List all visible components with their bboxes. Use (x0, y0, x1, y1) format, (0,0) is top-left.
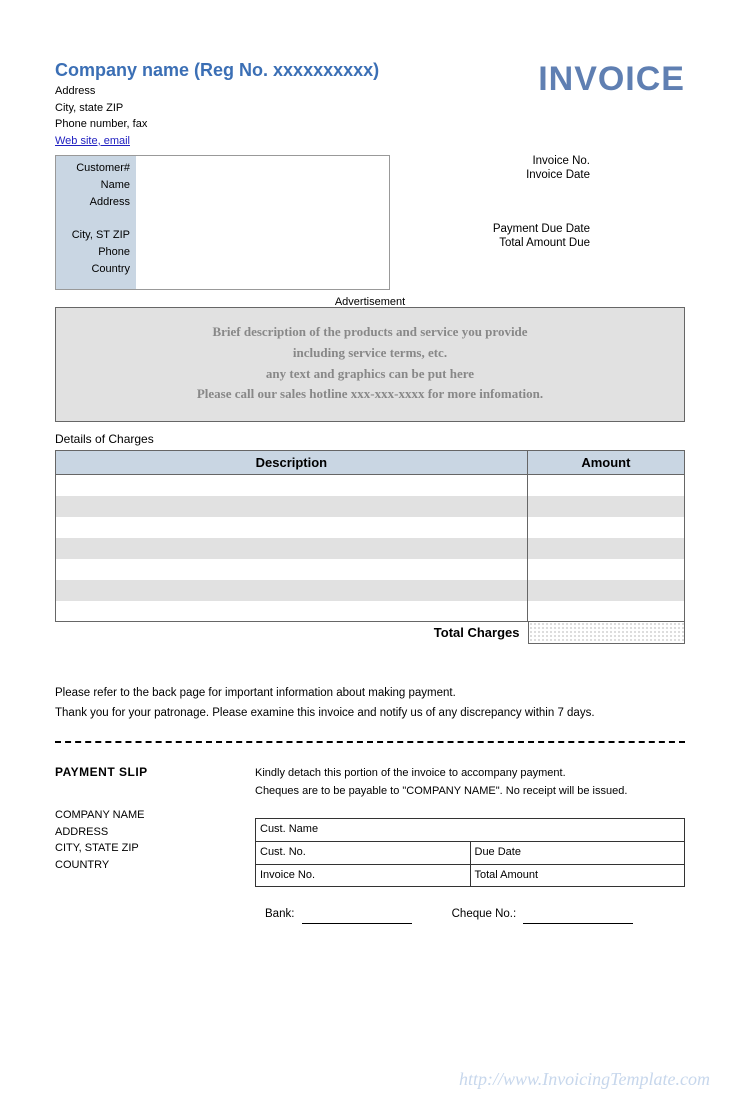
table-row[interactable] (56, 517, 685, 538)
table-row[interactable] (56, 538, 685, 559)
detach-line (55, 741, 685, 743)
label-customer-address: Address (62, 194, 130, 211)
charges-table: Description Amount (55, 450, 685, 622)
note-line-1: Please refer to the back page for import… (55, 684, 685, 704)
company-city-state-zip: City, state ZIP (55, 100, 379, 117)
bank-field[interactable] (302, 912, 412, 924)
ad-line-3: any text and graphics can be put here (66, 364, 674, 385)
company-phone-fax: Phone number, fax (55, 116, 379, 133)
slip-total-amount-label: Total Amount (470, 864, 685, 887)
label-total-amount-due: Total Amount Due (460, 237, 590, 249)
label-customer-phone: Phone (62, 244, 130, 261)
label-invoice-no: Invoice No. (460, 155, 590, 167)
company-name: Company name (Reg No. xxxxxxxxxx) (55, 60, 379, 81)
total-charges-label: Total Charges (55, 622, 528, 644)
col-description: Description (56, 451, 528, 475)
table-row[interactable] (56, 559, 685, 580)
table-row[interactable] (56, 475, 685, 496)
company-web-email-link[interactable]: Web site, email (55, 135, 130, 147)
col-amount: Amount (527, 451, 684, 475)
slip-country: COUNTRY (55, 857, 255, 874)
company-address: Address (55, 83, 379, 100)
invoice-title: INVOICE (538, 60, 685, 99)
slip-instruction-2: Cheques are to be payable to "COMPANY NA… (255, 783, 685, 801)
cheque-no-field[interactable] (523, 912, 633, 924)
label-customer-no: Customer# (62, 160, 130, 177)
slip-instruction-1: Kindly detach this portion of the invoic… (255, 765, 685, 783)
slip-company-name: COMPANY NAME (55, 807, 255, 824)
watermark: http://www.InvoicingTemplate.com (459, 1069, 710, 1090)
label-customer-city-st-zip: City, ST ZIP (62, 227, 130, 244)
payment-slip-title: PAYMENT SLIP (55, 765, 255, 779)
details-of-charges-label: Details of Charges (55, 432, 685, 446)
ad-line-1: Brief description of the products and se… (66, 322, 674, 343)
slip-cust-no-label: Cust. No. (256, 842, 471, 865)
label-invoice-date: Invoice Date (460, 169, 590, 181)
label-customer-name: Name (62, 177, 130, 194)
slip-address: ADDRESS (55, 824, 255, 841)
label-payment-due-date: Payment Due Date (460, 223, 590, 235)
payment-slip-table: Cust. Name Cust. No. Due Date Invoice No… (255, 818, 685, 887)
customer-box: Customer# Name Address City, ST ZIP Phon… (55, 155, 390, 290)
slip-invoice-no-label: Invoice No. (256, 864, 471, 887)
slip-city-state-zip: CITY, STATE ZIP (55, 840, 255, 857)
slip-due-date-label: Due Date (470, 842, 685, 865)
note-line-2: Thank you for your patronage. Please exa… (55, 704, 685, 724)
ad-line-2: including service terms, etc. (66, 343, 674, 364)
slip-cust-name-label: Cust. Name (256, 819, 685, 842)
advertisement-box: Brief description of the products and se… (55, 307, 685, 422)
table-row[interactable] (56, 496, 685, 517)
bank-label: Bank: (265, 908, 294, 920)
table-row[interactable] (56, 580, 685, 601)
cheque-no-label: Cheque No.: (452, 908, 517, 920)
ad-line-4: Please call our sales hotline xxx-xxx-xx… (66, 384, 674, 405)
table-row[interactable] (56, 601, 685, 622)
total-charges-value (528, 622, 686, 644)
customer-values-area[interactable] (136, 156, 389, 289)
label-customer-country: Country (62, 261, 130, 278)
